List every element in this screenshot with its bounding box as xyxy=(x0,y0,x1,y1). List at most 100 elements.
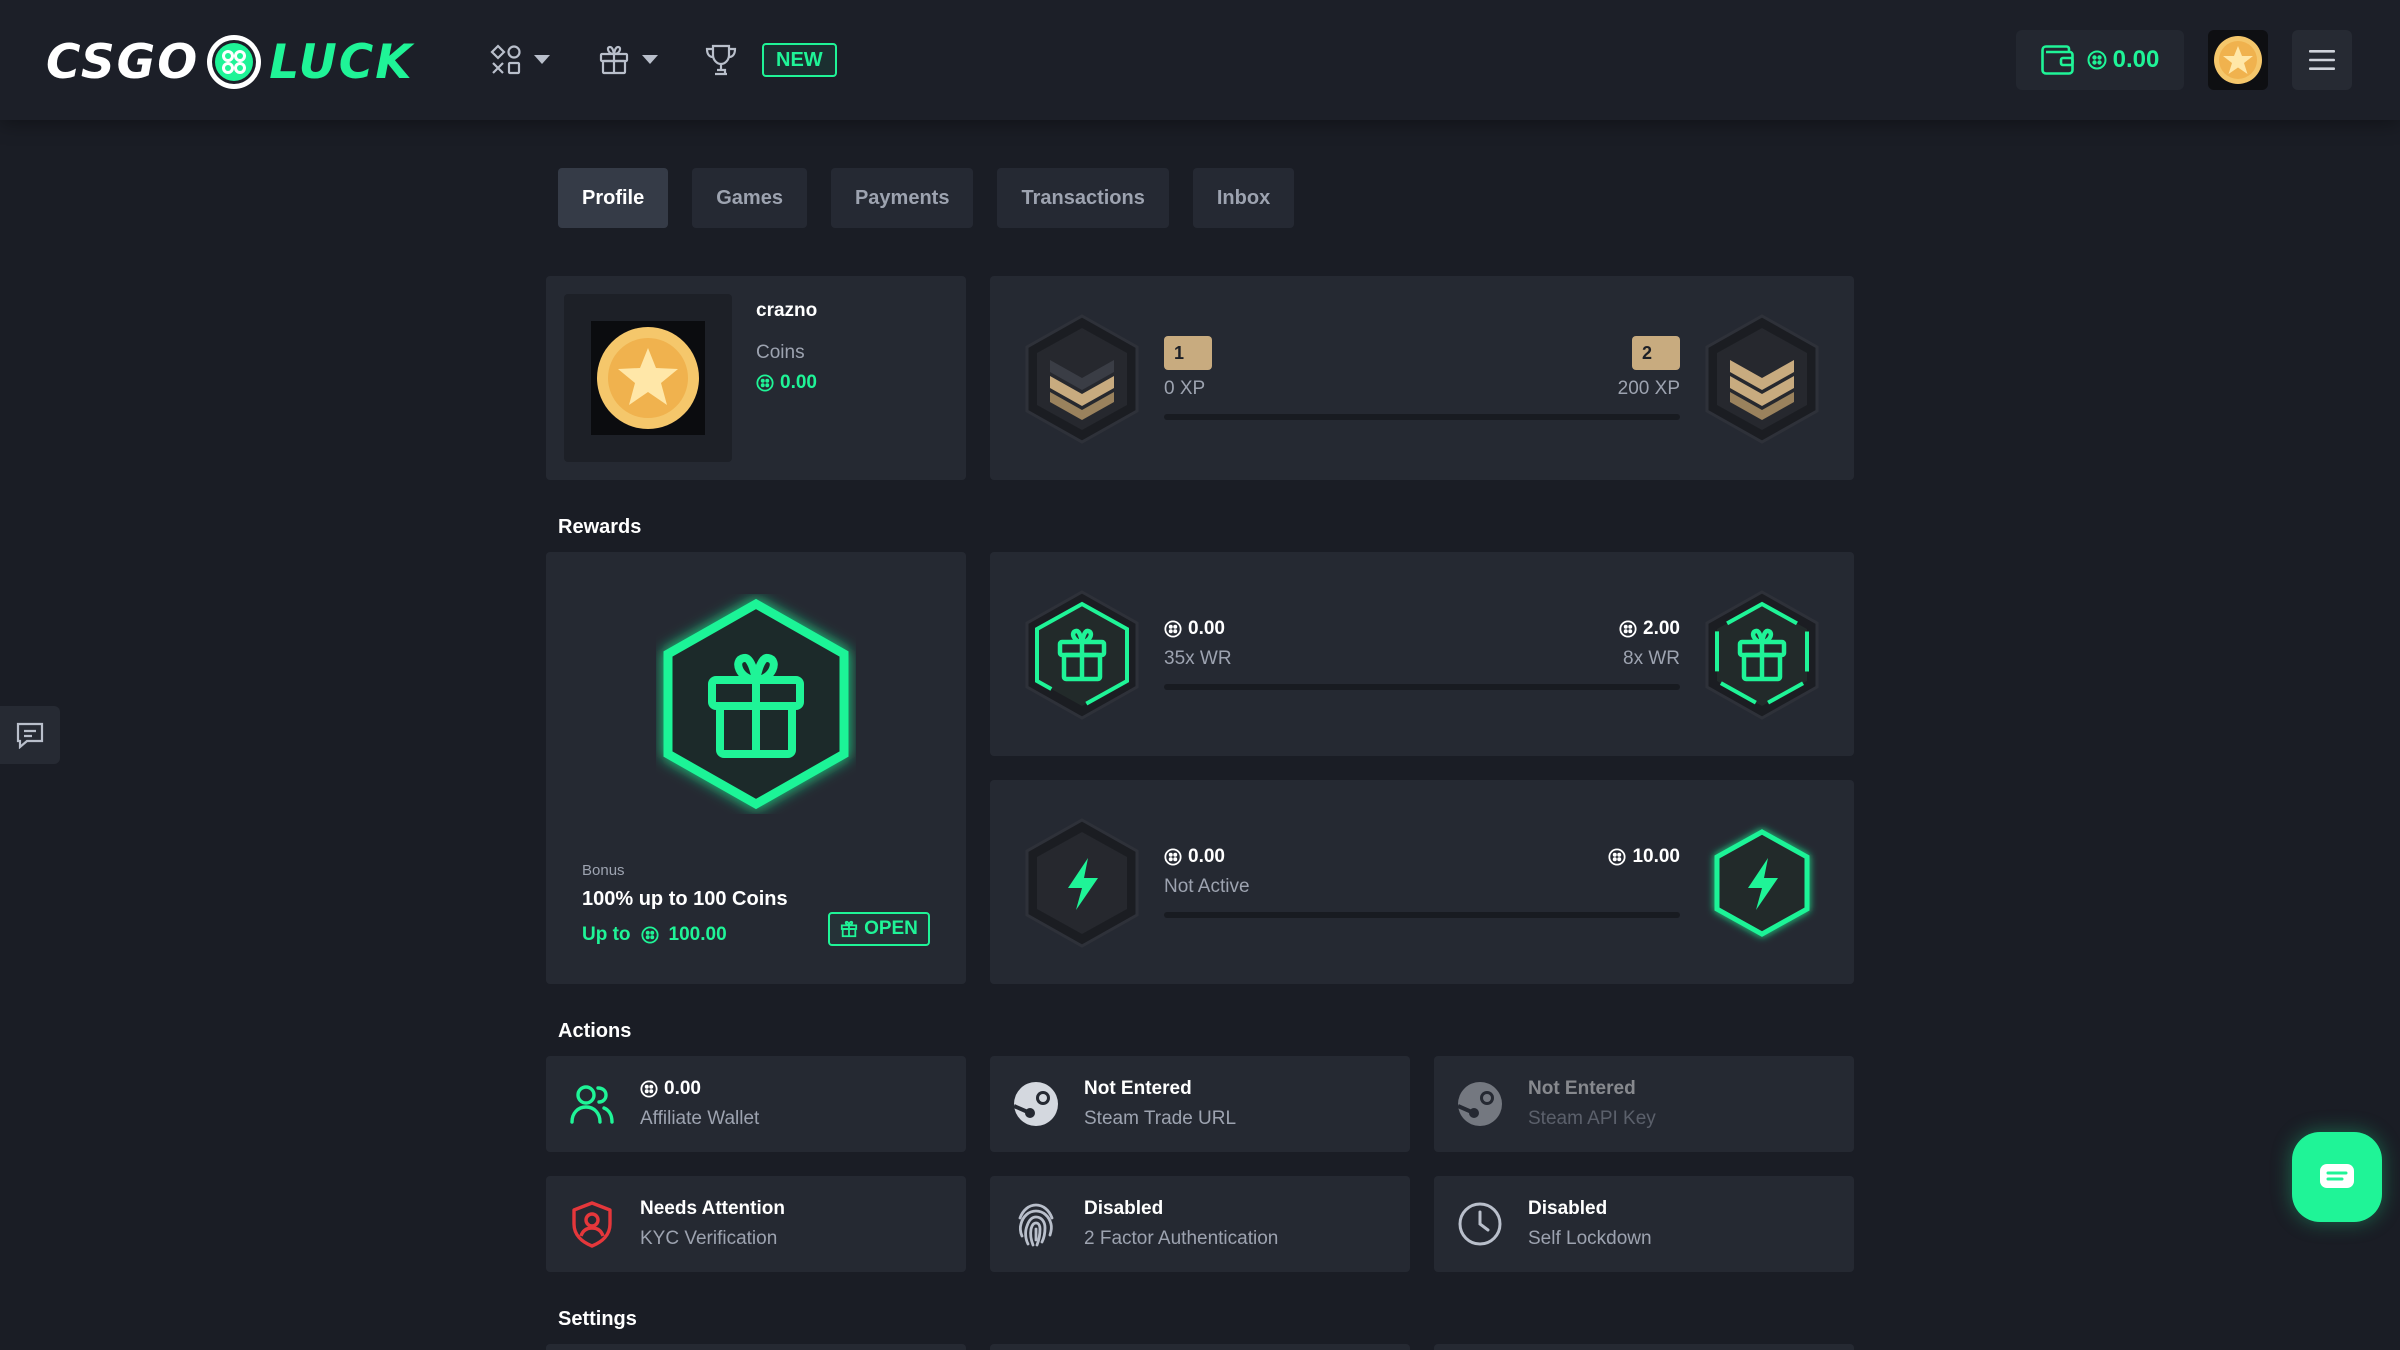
rank-next-icon xyxy=(1705,314,1819,444)
rakeback-reward-card: 0.00 Not Active 10.00 xyxy=(990,780,1854,984)
chat-toggle-button[interactable] xyxy=(0,706,60,764)
steam-api-key-card[interactable]: Not Entered Steam API Key xyxy=(1434,1056,1854,1152)
chat-icon xyxy=(16,722,44,749)
bonus-gift-icon xyxy=(663,598,849,810)
self-lockdown-status: Disabled xyxy=(1528,1198,1608,1219)
clock-icon xyxy=(1458,1202,1502,1246)
affiliate-wallet-label: Affiliate Wallet xyxy=(640,1108,760,1129)
wager-gift-current-icon xyxy=(1025,590,1139,720)
tab-games[interactable]: Games xyxy=(692,168,807,228)
games-menu-dropdown[interactable] xyxy=(490,40,550,80)
wallet-icon xyxy=(2040,45,2074,75)
wallet-balance: 0.00 xyxy=(2112,46,2160,73)
profile-card: crazno Coins 0.00 xyxy=(546,276,966,480)
logo-text-left: CSGO xyxy=(46,34,200,90)
leaderboard-link[interactable] xyxy=(704,40,738,80)
hamburger-menu-button[interactable] xyxy=(2292,30,2352,90)
level-card: 1 0 XP 2 200 XP xyxy=(990,276,1854,480)
shield-user-icon xyxy=(572,1201,612,1248)
bonus-title: 100% up to 100 Coins xyxy=(582,888,788,910)
open-bonus-button[interactable]: OPEN xyxy=(828,912,930,946)
bonus-up-to-label: Up to xyxy=(582,924,631,945)
boost-left-amount: 0.00 xyxy=(1188,846,1225,867)
support-chat-button[interactable] xyxy=(2292,1132,2382,1222)
user-avatar-button[interactable] xyxy=(2208,30,2268,90)
two-factor-card[interactable]: Disabled 2 Factor Authentication xyxy=(990,1176,1410,1272)
wager-right-amount: 2.00 xyxy=(1643,618,1680,639)
tab-transactions[interactable]: Transactions xyxy=(997,168,1169,228)
top-header: CSGO LUCK NEW 0.00 xyxy=(0,0,2400,120)
settings-card-2[interactable] xyxy=(990,1344,1410,1350)
steam-trade-url-label: Steam Trade URL xyxy=(1084,1108,1237,1129)
chevron-down-icon xyxy=(534,55,550,64)
wager-progress-bar xyxy=(1164,684,1680,690)
coins-label: Coins xyxy=(756,342,805,363)
coin-icon xyxy=(640,1080,658,1098)
logo-text-right: LUCK xyxy=(269,34,414,90)
tab-profile[interactable]: Profile xyxy=(558,168,669,228)
bonus-card: Bonus 100% up to 100 Coins Up to 100.00 … xyxy=(546,552,966,984)
tab-payments[interactable]: Payments xyxy=(830,168,974,228)
coin-icon xyxy=(640,926,659,944)
gift-icon xyxy=(599,45,629,75)
self-lockdown-label: Self Lockdown xyxy=(1528,1228,1652,1249)
message-icon xyxy=(2320,1164,2354,1188)
boost-left-value: 0.00 xyxy=(1164,846,1225,868)
boost-progress-bar xyxy=(1164,912,1680,918)
profile-avatar xyxy=(564,294,732,462)
settings-card-3[interactable] xyxy=(1434,1344,1854,1350)
wager-gift-next-icon xyxy=(1705,590,1819,720)
lightning-current-icon xyxy=(1025,818,1139,948)
coins-balance: 0.00 xyxy=(756,372,817,394)
wager-right-value: 2.00 xyxy=(1619,618,1680,640)
affiliate-wallet-amount: 0.00 xyxy=(664,1078,701,1099)
next-xp: 200 XP xyxy=(1617,378,1680,399)
new-badge[interactable]: NEW xyxy=(762,43,837,77)
profile-tabs: Profile Games Payments Transactions Inbo… xyxy=(558,168,1295,228)
two-factor-label: 2 Factor Authentication xyxy=(1084,1228,1279,1249)
rewards-section-title: Rewards xyxy=(558,516,642,538)
self-lockdown-card[interactable]: Disabled Self Lockdown xyxy=(1434,1176,1854,1272)
boost-left-sub: Not Active xyxy=(1164,876,1250,897)
actions-section-title: Actions xyxy=(558,1020,632,1042)
hamburger-icon xyxy=(2309,50,2335,70)
trophy-icon xyxy=(705,44,737,76)
rewards-menu-dropdown[interactable] xyxy=(598,40,658,80)
settings-card-1[interactable] xyxy=(546,1344,966,1350)
affiliate-wallet-card[interactable]: 0.00 Affiliate Wallet xyxy=(546,1056,966,1152)
steam-icon xyxy=(1013,1082,1058,1126)
lightning-next-icon xyxy=(1714,829,1810,937)
coin-icon xyxy=(2087,50,2107,70)
gift-icon xyxy=(840,920,858,938)
steam-icon xyxy=(1457,1082,1502,1126)
steam-api-key-status: Not Entered xyxy=(1528,1078,1636,1099)
coins-value: 0.00 xyxy=(780,372,817,393)
star-avatar-icon xyxy=(597,327,699,429)
fingerprint-icon xyxy=(1018,1203,1054,1247)
wallet-button[interactable]: 0.00 xyxy=(2016,30,2184,90)
bonus-up-to-value: 100.00 xyxy=(668,924,727,945)
affiliate-wallet-balance: 0.00 xyxy=(640,1078,701,1100)
steam-api-key-label: Steam API Key xyxy=(1528,1108,1656,1129)
games-grid-icon xyxy=(490,44,521,75)
star-avatar-icon xyxy=(2214,36,2262,84)
kyc-verification-card[interactable]: Needs Attention KYC Verification xyxy=(546,1176,966,1272)
steam-trade-url-status: Not Entered xyxy=(1084,1078,1192,1099)
coin-icon xyxy=(1608,848,1627,866)
coin-icon xyxy=(1619,620,1637,638)
boost-right-amount: 10.00 xyxy=(1632,846,1680,867)
steam-trade-url-card[interactable]: Not Entered Steam Trade URL xyxy=(990,1056,1410,1152)
kyc-label: KYC Verification xyxy=(640,1228,778,1249)
tab-inbox[interactable]: Inbox xyxy=(1192,168,1295,228)
settings-section-title: Settings xyxy=(558,1308,637,1330)
bonus-up-to: Up to 100.00 xyxy=(582,924,727,946)
chevron-down-icon xyxy=(642,55,658,64)
wager-reward-card: 0.00 35x WR 2.00 8x WR xyxy=(990,552,1854,756)
current-level-badge: 1 xyxy=(1164,336,1212,370)
clover-logo-icon xyxy=(207,35,262,89)
coin-icon xyxy=(756,374,774,392)
site-logo[interactable]: CSGO LUCK xyxy=(46,32,414,92)
next-level-badge: 2 xyxy=(1632,336,1680,370)
users-icon xyxy=(570,1085,614,1124)
open-bonus-label: OPEN xyxy=(864,918,918,939)
